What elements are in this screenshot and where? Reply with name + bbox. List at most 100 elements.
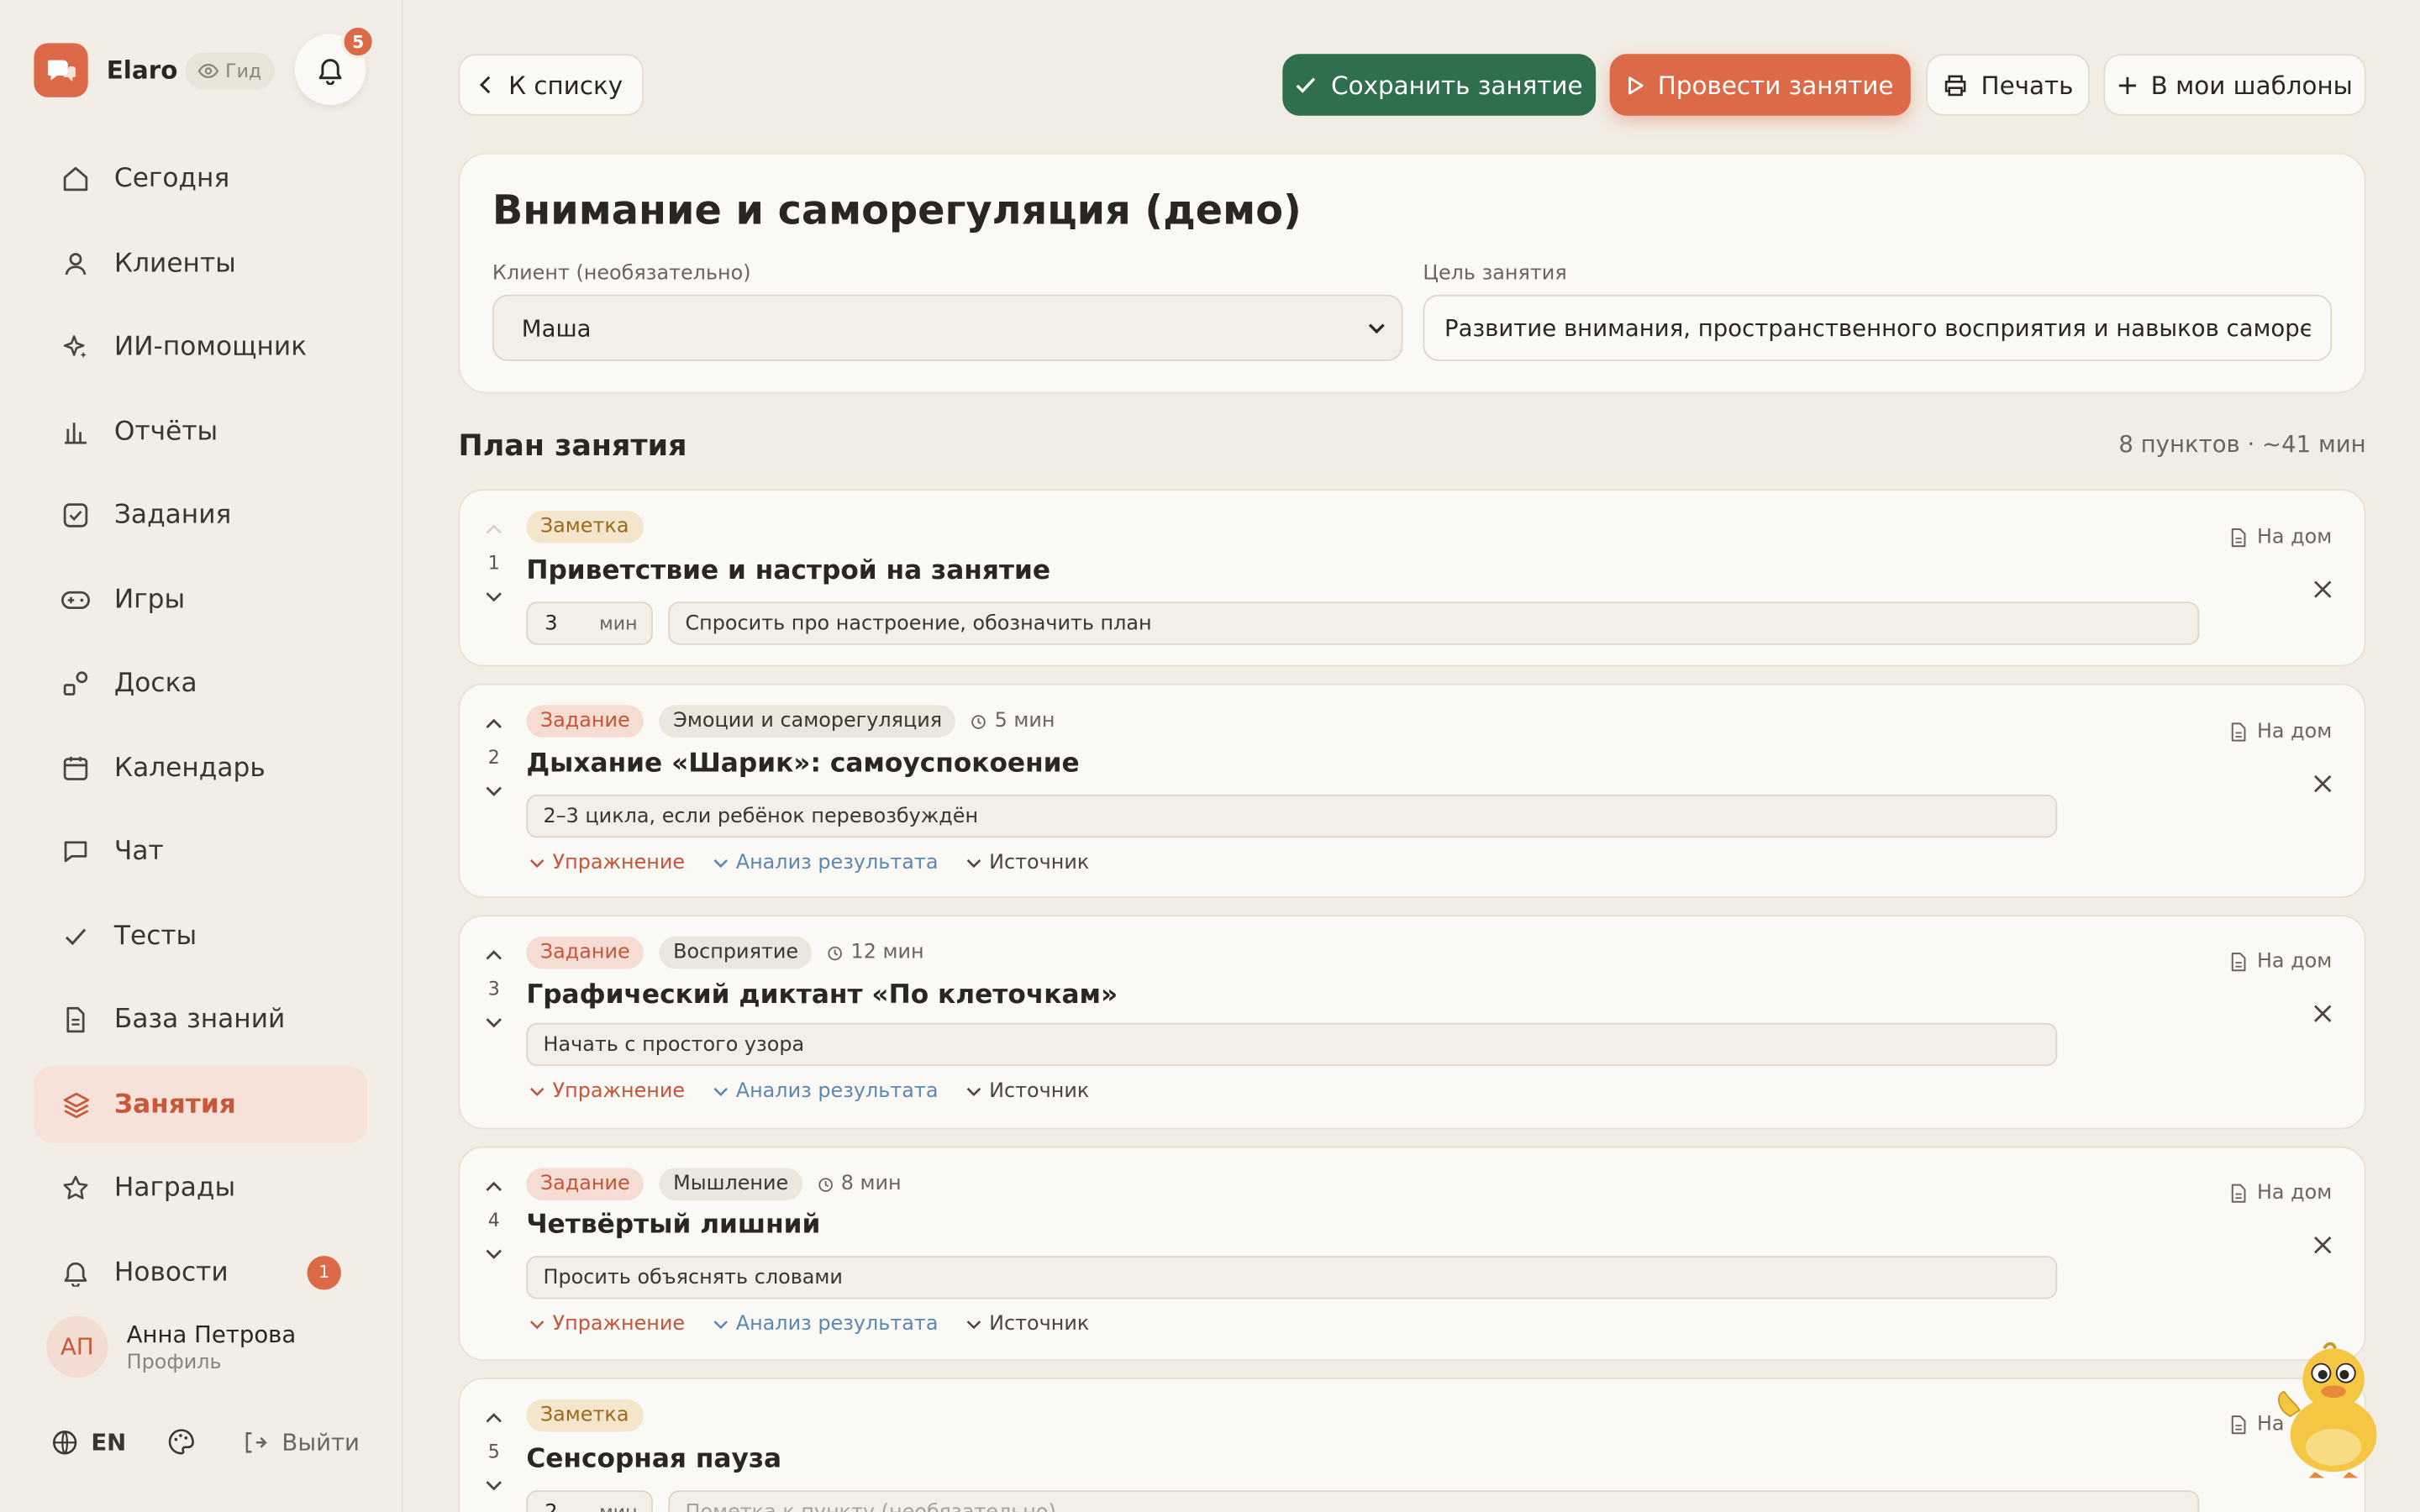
item-sections: Упражнение Анализ результата Источник [529, 1080, 1089, 1103]
move-down-icon[interactable] [481, 586, 506, 608]
item-comment-input[interactable]: 2–3 цикла, если ребёнок перевозбуждён [526, 794, 2058, 838]
task-tag: Задание [526, 705, 644, 738]
client-select[interactable]: Маша [492, 294, 1403, 361]
sidebar-item-label: База знаний [113, 1004, 286, 1036]
run-lesson-button[interactable]: Провести занятие [1609, 54, 1911, 116]
plan-title: План занятия [458, 428, 687, 464]
sidebar-item-rewards[interactable]: Награды [34, 1149, 367, 1226]
run-label: Провести занятие [1657, 70, 1894, 100]
sidebar-item-chat[interactable]: Чат [34, 813, 367, 890]
document-icon [60, 1005, 92, 1036]
sidebar-item-label: Новости [113, 1256, 229, 1288]
bell-icon [317, 55, 345, 85]
item-comment-input[interactable]: Просить объяснять словами [526, 1256, 2058, 1299]
lesson-header-card: Внимание и саморегуляция (демо) Клиент (… [458, 152, 2366, 394]
move-up-icon[interactable] [481, 1176, 506, 1198]
homework-toggle[interactable]: На дом [2231, 950, 2332, 974]
source-toggle[interactable]: Источник [966, 852, 1089, 874]
homework-toggle[interactable]: На дом [2231, 526, 2332, 549]
exercise-toggle[interactable]: Упражнение [529, 851, 686, 875]
exercise-toggle[interactable]: Упражнение [529, 1080, 685, 1103]
duration: 5 мин [971, 710, 1055, 732]
reorder-controls: 3 [481, 944, 506, 1034]
print-button[interactable]: Печать [1926, 54, 2090, 116]
duration-label: 8 мин [840, 1172, 902, 1196]
profile[interactable]: АП Анна Петрова Профиль [46, 1315, 297, 1378]
analysis-toggle[interactable]: Анализ результата [713, 1080, 938, 1103]
item-number: 4 [487, 1209, 500, 1231]
guide-button[interactable]: Гид [185, 52, 276, 90]
sidebar-item-knowledge-base[interactable]: База знаний [34, 981, 367, 1058]
lesson-title[interactable]: Внимание и саморегуляция (демо) [492, 188, 1302, 234]
reorder-controls: 4 [481, 1176, 506, 1266]
move-down-icon[interactable] [481, 1243, 506, 1265]
exercise-label: Упражнение [552, 851, 686, 875]
remove-item-icon[interactable] [2312, 1003, 2333, 1025]
sidebar-item-lessons[interactable]: Занятия [34, 1065, 368, 1143]
sidebar-item-today[interactable]: Сегодня [34, 140, 367, 218]
save-lesson-button[interactable]: Сохранить занятие [1282, 54, 1597, 116]
analysis-toggle[interactable]: Анализ результата [713, 1313, 938, 1336]
sidebar-item-tests[interactable]: Тесты [34, 897, 367, 974]
item-title[interactable]: Графический диктант «По клеточкам» [526, 979, 1118, 1011]
checkbox-icon [60, 500, 92, 531]
move-up-icon[interactable] [481, 1407, 506, 1429]
profile-link[interactable]: Профиль [127, 1351, 297, 1374]
shapes-icon [60, 668, 92, 699]
sidebar-item-label: Отчёты [113, 415, 218, 447]
sidebar-item-ai-assistant[interactable]: ИИ-помощник [34, 308, 367, 386]
source-toggle[interactable]: Источник [966, 1313, 1089, 1336]
source-toggle[interactable]: Источник [966, 1080, 1089, 1103]
sidebar-item-label: Клиенты [113, 247, 236, 279]
sidebar-item-label: ИИ-помощник [113, 331, 308, 363]
sidebar-item-board[interactable]: Доска [34, 645, 367, 722]
minutes-input[interactable]: 3 мин [526, 601, 653, 645]
remove-item-icon[interactable] [2312, 579, 2333, 601]
exercise-toggle[interactable]: Упражнение [529, 1313, 685, 1336]
item-title[interactable]: Дыхание «Шарик»: самоуспокоение [526, 748, 1079, 780]
sidebar-item-games[interactable]: Игры [34, 561, 367, 638]
logout-label: Выйти [281, 1427, 360, 1456]
move-down-icon[interactable] [481, 780, 506, 802]
sidebar-item-tasks[interactable]: Задания [34, 477, 367, 554]
homework-toggle[interactable]: На дом [2231, 721, 2332, 743]
item-comment-input[interactable]: Начать с простого узора [526, 1022, 2058, 1067]
item-comment-input[interactable]: Спросить про настроение, обозначить план [668, 601, 2200, 645]
logo-icon[interactable] [34, 43, 88, 97]
analysis-label: Анализ результата [735, 851, 939, 875]
item-title[interactable]: Приветствие и настрой на занятие [526, 555, 1050, 586]
analysis-toggle[interactable]: Анализ результата [713, 851, 939, 875]
item-title[interactable]: Четвёртый лишний [526, 1210, 820, 1241]
remove-item-icon[interactable] [2312, 773, 2333, 795]
remove-item-icon[interactable] [2312, 1234, 2333, 1256]
sidebar-item-calendar[interactable]: Календарь [34, 729, 367, 806]
goal-input[interactable] [1423, 294, 2333, 361]
profile-name: Анна Петрова [126, 1320, 297, 1348]
document-icon [2231, 722, 2248, 743]
sidebar-item-news[interactable]: Новости 1 [34, 1233, 367, 1310]
duck-mascot-icon[interactable] [2272, 1339, 2386, 1481]
move-down-icon[interactable] [481, 1012, 506, 1034]
move-up-icon[interactable] [481, 713, 506, 735]
move-down-icon[interactable] [481, 1475, 506, 1497]
palette-icon[interactable] [166, 1427, 196, 1457]
layers-icon [60, 1089, 92, 1120]
add-to-templates-button[interactable]: В мои шаблоны [2103, 54, 2366, 116]
item-comment-input[interactable]: Пометка к пункту (необязательно) [668, 1490, 2200, 1512]
move-up-icon[interactable] [481, 944, 506, 966]
reorder-controls: 1 [481, 518, 506, 608]
minutes-input[interactable]: 2 мин [526, 1490, 653, 1512]
back-to-list-button[interactable]: К списку [458, 54, 644, 116]
item-title[interactable]: Сенсорная пауза [526, 1444, 781, 1475]
language-switch[interactable]: EN [51, 1428, 126, 1456]
sidebar-item-reports[interactable]: Отчёты [34, 392, 367, 470]
logout-button[interactable]: Выйти [242, 1428, 360, 1456]
move-up-icon[interactable] [481, 518, 506, 540]
sidebar-item-clients[interactable]: Клиенты [34, 224, 367, 302]
homework-label: На дом [2256, 1181, 2333, 1205]
homework-toggle[interactable]: На дом [2231, 1181, 2333, 1205]
exercise-label: Упражнение [552, 1313, 686, 1336]
plan-items: 1 Заметка Приветствие и настрой на занят… [458, 489, 2366, 1512]
bar-chart-icon [60, 416, 92, 447]
clock-icon [828, 945, 843, 960]
